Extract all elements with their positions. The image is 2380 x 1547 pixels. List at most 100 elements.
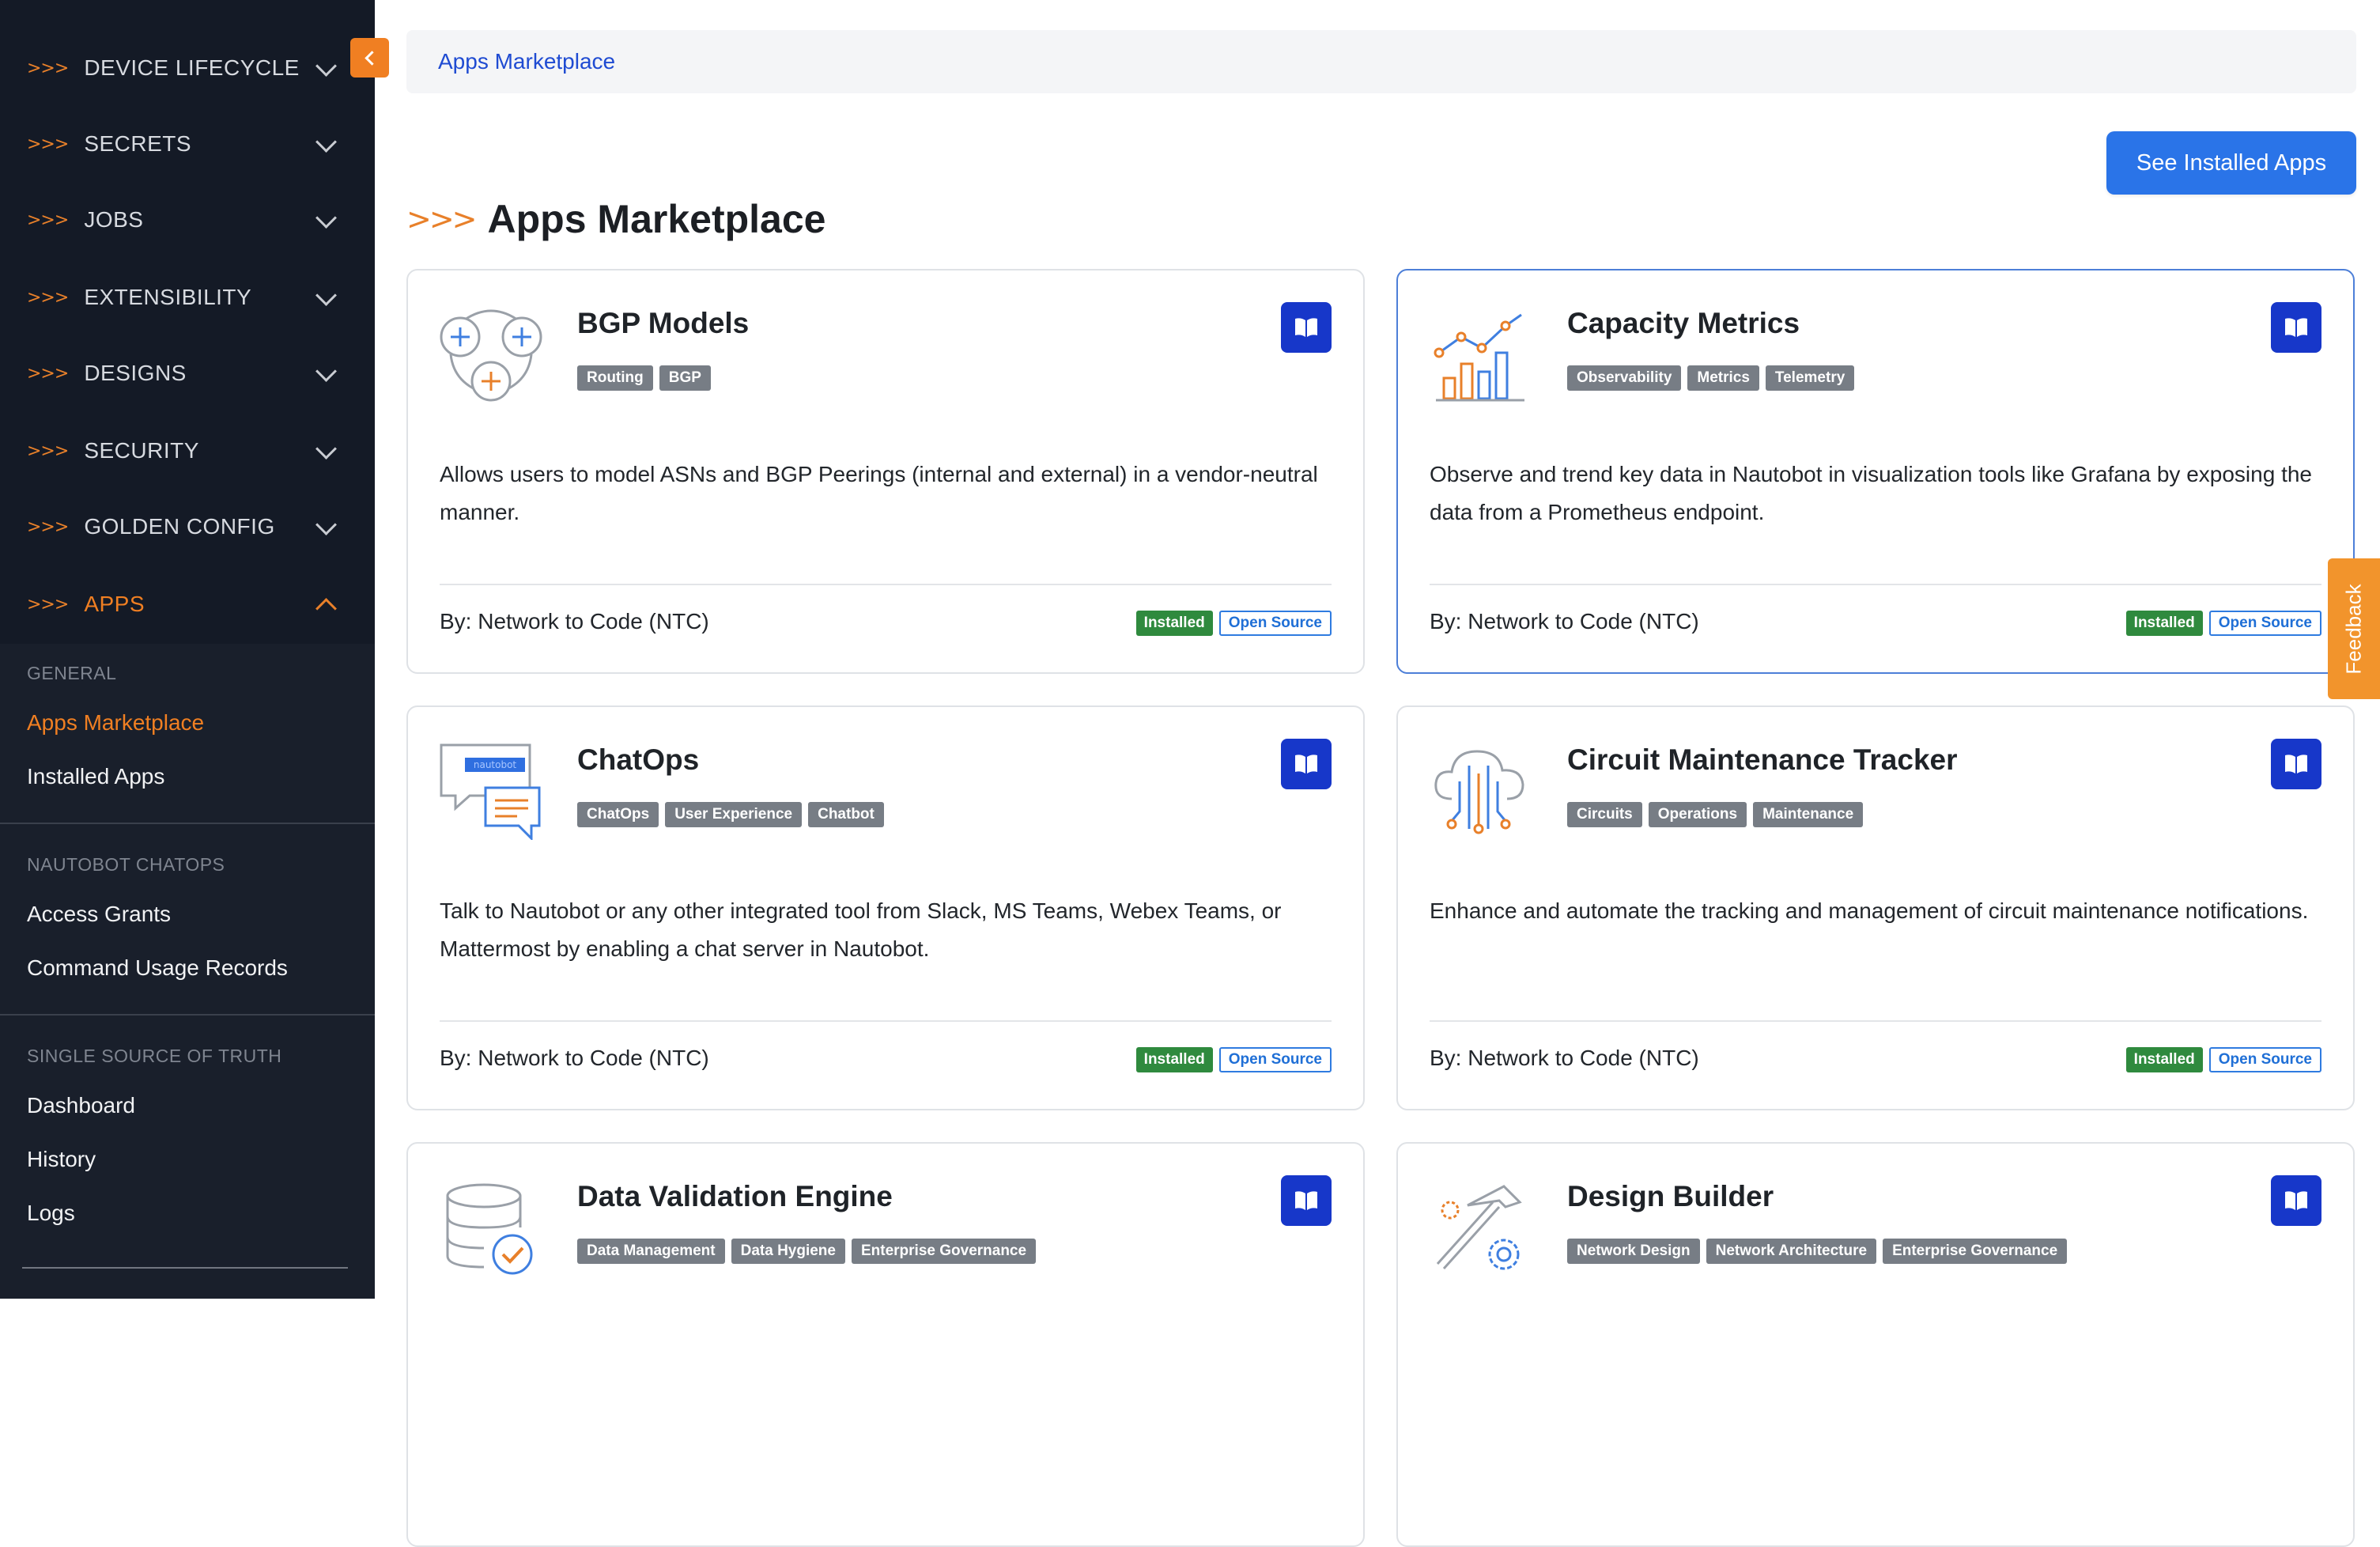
app-title: Circuit Maintenance Tracker (1567, 743, 1958, 776)
tag-list: Network Design Network Architecture Ente… (1567, 1239, 2068, 1264)
app-author: By: Network to Code (NTC) (440, 1046, 709, 1070)
breadcrumb: Apps Marketplace (406, 30, 2356, 93)
bgp-icon (440, 309, 542, 402)
nav-label: JOBS (84, 207, 144, 232)
tag-list: ChatOps User Experience Chatbot (577, 802, 884, 827)
tag-list: Routing BGP (577, 365, 711, 391)
nav-apps[interactable]: >>> APPS (0, 566, 375, 642)
divider (0, 1014, 375, 1016)
chevron-left-icon (364, 50, 380, 66)
sidebar-link-access-grants[interactable]: Access Grants (27, 902, 171, 927)
docs-button[interactable] (1281, 1175, 1332, 1226)
app-author: By: Network to Code (NTC) (440, 609, 709, 634)
nav-label: APPS (84, 592, 145, 616)
app-card-circuit-maintenance-tracker[interactable]: Circuit Maintenance Tracker Circuits Ope… (1396, 705, 2355, 1110)
page-title: >>> Apps Marketplace (406, 191, 825, 247)
divider (1430, 1020, 2321, 1022)
tag: Enterprise Governance (851, 1239, 1037, 1264)
sidebar-link-dashboard[interactable]: Dashboard (27, 1093, 135, 1118)
docs-button[interactable] (2271, 739, 2321, 789)
chevron-down-icon (315, 514, 337, 535)
nav-extensibility[interactable]: >>> EXTENSIBILITY (0, 259, 375, 335)
nav-designs[interactable]: >>> DESIGNS (0, 335, 375, 411)
tag: BGP (659, 365, 711, 391)
tag: Data Management (577, 1239, 725, 1264)
badge-list: Installed Open Source (2125, 611, 2321, 636)
book-icon (2285, 1191, 2307, 1210)
divider (22, 1267, 348, 1269)
book-icon (1295, 1191, 1317, 1210)
hammer-gear-icon (1436, 1185, 1522, 1270)
tag: Data Hygiene (731, 1239, 845, 1264)
app-title: Data Validation Engine (577, 1180, 893, 1212)
sidebar-link-apps-marketplace[interactable]: Apps Marketplace (27, 710, 204, 736)
apps-submenu: GENERAL Apps Marketplace Installed Apps … (0, 644, 375, 1299)
installed-badge: Installed (2125, 1047, 2203, 1072)
tag: Network Design (1567, 1239, 1700, 1264)
sidebar-link-installed-apps[interactable]: Installed Apps (27, 764, 164, 789)
app-card-design-builder[interactable]: Design Builder Network Design Network Ar… (1396, 1142, 2355, 1547)
app-description: Enhance and automate the tracking and ma… (1430, 898, 2309, 923)
app-description: Observe and trend key data in Nautobot i… (1430, 462, 2312, 524)
nav-chevrons-icon: >>> (27, 134, 69, 154)
nav-chevrons-icon: >>> (27, 363, 69, 384)
section-title-ssot: SINGLE SOURCE OF TRUTH (27, 1046, 282, 1066)
installed-badge: Installed (1135, 1047, 1213, 1072)
app-card-chatops[interactable]: nautobot ChatOps ChatOps User Experience… (406, 705, 1365, 1110)
book-icon (1295, 318, 1317, 337)
divider (0, 823, 375, 824)
tag: ChatOps (577, 802, 659, 827)
feedback-tab[interactable]: Feedback (2328, 558, 2380, 699)
open-source-badge: Open Source (1218, 611, 1332, 636)
badge-list: Installed Open Source (1135, 1047, 1332, 1072)
app-title: ChatOps (577, 743, 700, 776)
tag: Enterprise Governance (1883, 1239, 2068, 1264)
nav-jobs[interactable]: >>> JOBS (0, 182, 375, 258)
docs-button[interactable] (2271, 302, 2321, 353)
page-title-text: Apps Marketplace (487, 197, 826, 241)
tag: Circuits (1567, 802, 1642, 827)
app-card-capacity-metrics[interactable]: Capacity Metrics Observability Metrics T… (1396, 269, 2355, 674)
installed-badge: Installed (2125, 611, 2203, 636)
docs-button[interactable] (2271, 1175, 2321, 1226)
metrics-chart-icon (1434, 313, 1524, 402)
app-card-data-validation-engine[interactable]: Data Validation Engine Data Management D… (406, 1142, 1365, 1547)
tag-list: Circuits Operations Maintenance (1567, 802, 1864, 827)
tag: User Experience (665, 802, 803, 827)
docs-button[interactable] (1281, 739, 1332, 789)
chat-bubble-text: nautobot (474, 759, 517, 770)
sidebar-link-command-usage-records[interactable]: Command Usage Records (27, 955, 288, 981)
app-title: Capacity Metrics (1567, 307, 1800, 339)
docs-button[interactable] (1281, 302, 1332, 353)
nav-chevrons-icon: >>> (27, 594, 69, 615)
nav-chevrons-icon: >>> (27, 58, 69, 78)
chevron-down-icon (315, 285, 337, 306)
nav-chevrons-icon: >>> (27, 441, 69, 461)
sidebar-collapse-button[interactable] (350, 38, 389, 78)
chevron-down-icon (315, 55, 337, 77)
nav-golden-config[interactable]: >>> GOLDEN CONFIG (0, 489, 375, 565)
open-source-badge: Open Source (2208, 611, 2321, 636)
chat-bubbles-icon: nautobot (440, 743, 541, 840)
sidebar-link-logs[interactable]: Logs (27, 1201, 75, 1226)
app-description: Allows users to model ASNs and BGP Peeri… (440, 462, 1318, 524)
open-source-badge: Open Source (1218, 1047, 1332, 1072)
app-author: By: Network to Code (NTC) (1430, 1046, 1699, 1070)
breadcrumb-link-apps-marketplace[interactable]: Apps Marketplace (438, 49, 615, 74)
sidebar-link-history[interactable]: History (27, 1147, 96, 1172)
title-chevrons-icon: >>> (406, 202, 478, 236)
nav-label: SECURITY (84, 438, 199, 463)
see-installed-apps-button[interactable]: See Installed Apps (2106, 131, 2356, 195)
chevron-down-icon (315, 131, 337, 153)
nav-secrets[interactable]: >>> SECRETS (0, 106, 375, 182)
app-card-bgp-models[interactable]: BGP Models Routing BGP Allows users to m… (406, 269, 1365, 674)
cloud-circuit-icon (1434, 750, 1524, 834)
divider (1430, 584, 2321, 585)
nav-label: GOLDEN CONFIG (84, 514, 275, 539)
app-title: BGP Models (577, 307, 750, 339)
tag: Observability (1567, 365, 1682, 391)
nav-chevrons-icon: >>> (27, 210, 69, 230)
nav-security[interactable]: >>> SECURITY (0, 413, 375, 489)
nav-device-lifecycle[interactable]: >>> DEVICE LIFECYCLE (0, 30, 375, 106)
divider (440, 1020, 1332, 1022)
